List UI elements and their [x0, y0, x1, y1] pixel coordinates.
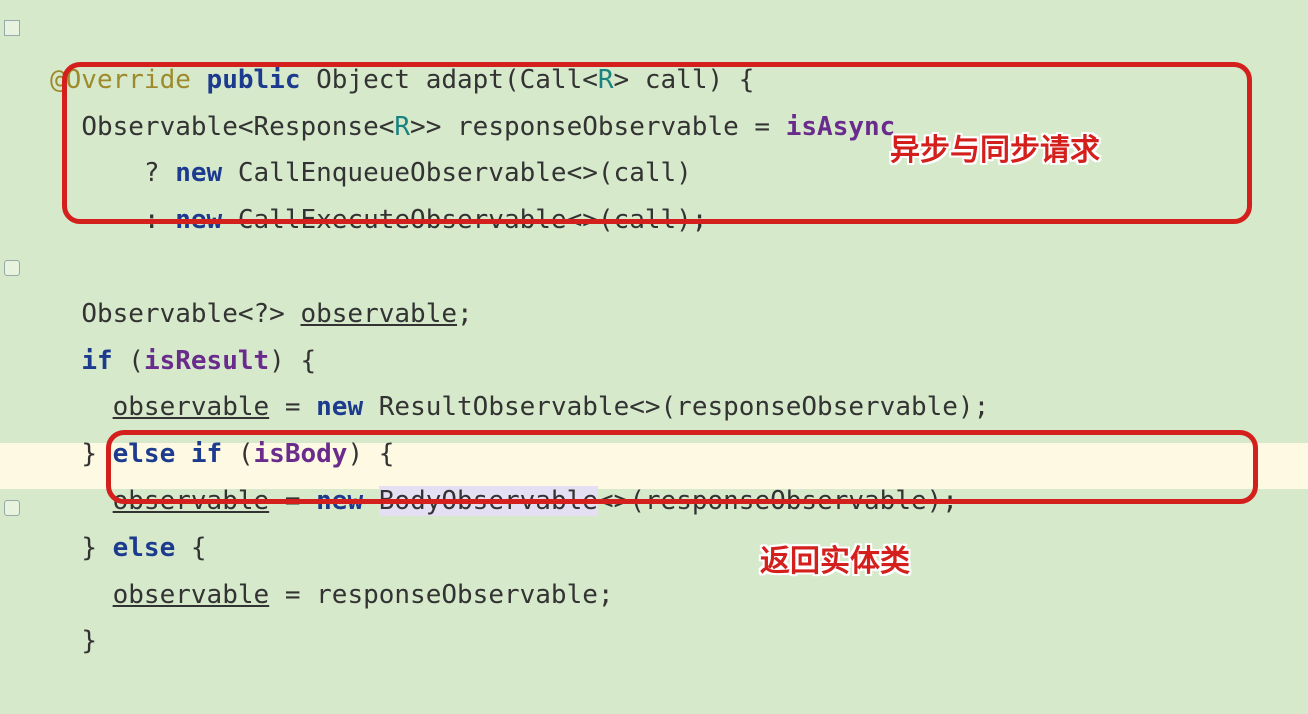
blank-line	[50, 252, 66, 282]
field-token: isAsync	[786, 112, 896, 142]
code-text: (	[222, 439, 253, 469]
variable-token: observable	[113, 392, 270, 422]
code-text: ?	[144, 158, 175, 188]
code-line: if (isResult) {	[50, 346, 316, 376]
code-line: Observable<Response<R>> responseObservab…	[50, 112, 895, 142]
code-text: (	[113, 346, 144, 376]
typeparam-token: R	[598, 65, 614, 95]
keyword-token: if	[191, 439, 222, 469]
keyword-token: else	[113, 439, 176, 469]
code-text: Observable<?>	[81, 299, 300, 329]
blank-line	[50, 673, 66, 703]
field-token: isBody	[254, 439, 348, 469]
code-text: {	[175, 533, 206, 563]
typeparam-token: R	[394, 112, 410, 142]
code-editor[interactable]: @Override public Object adapt(Call<R> ca…	[0, 0, 1308, 714]
keyword-token: else	[113, 533, 176, 563]
keyword-token: new	[316, 486, 363, 516]
keyword-token: if	[81, 346, 112, 376]
keyword-token: public	[207, 65, 301, 95]
code-text: ) {	[347, 439, 394, 469]
code-text	[175, 439, 191, 469]
keyword-token: new	[175, 158, 222, 188]
code-text: Object adapt(Call<	[300, 65, 597, 95]
code-text: :	[144, 205, 175, 235]
code-text: ;	[457, 299, 473, 329]
keyword-token: new	[175, 205, 222, 235]
code-text: = responseObservable;	[269, 580, 613, 610]
code-text	[363, 486, 379, 516]
keyword-token: new	[316, 392, 363, 422]
variable-token: observable	[300, 299, 457, 329]
annotation-token: @Override	[50, 65, 191, 95]
code-text: =	[269, 392, 316, 422]
code-line: observable = new ResultObservable<>(resp…	[50, 392, 989, 422]
code-text: ) {	[269, 346, 316, 376]
code-line: : new CallExecuteObservable<>(call);	[50, 205, 707, 235]
code-line: }	[50, 626, 97, 656]
code-line: } else {	[50, 533, 207, 563]
code-text: <>(responseObservable);	[598, 486, 958, 516]
code-line: @Override public Object adapt(Call<R> ca…	[50, 65, 754, 95]
code-text: =	[269, 486, 316, 516]
code-text: ResultObservable<>(responseObservable);	[363, 392, 989, 422]
variable-token: observable	[113, 486, 270, 516]
code-text: }	[81, 626, 97, 656]
class-token: BodyObservable	[379, 486, 598, 516]
variable-token: observable	[113, 580, 270, 610]
field-token: isResult	[144, 346, 269, 376]
code-text: > call) {	[614, 65, 755, 95]
code-text: CallEnqueueObservable<>(call)	[222, 158, 692, 188]
code-text: }	[81, 439, 112, 469]
code-line: Observable<?> observable;	[50, 299, 473, 329]
code-text: }	[81, 533, 112, 563]
code-text: Observable<Response<	[81, 112, 394, 142]
code-text: >> responseObservable =	[410, 112, 786, 142]
code-line: } else if (isBody) {	[50, 439, 394, 469]
code-line: ? new CallEnqueueObservable<>(call)	[50, 158, 692, 188]
code-line: observable = new BodyObservable<>(respon…	[50, 486, 958, 516]
code-text: CallExecuteObservable<>(call);	[222, 205, 707, 235]
code-line: observable = responseObservable;	[50, 580, 614, 610]
